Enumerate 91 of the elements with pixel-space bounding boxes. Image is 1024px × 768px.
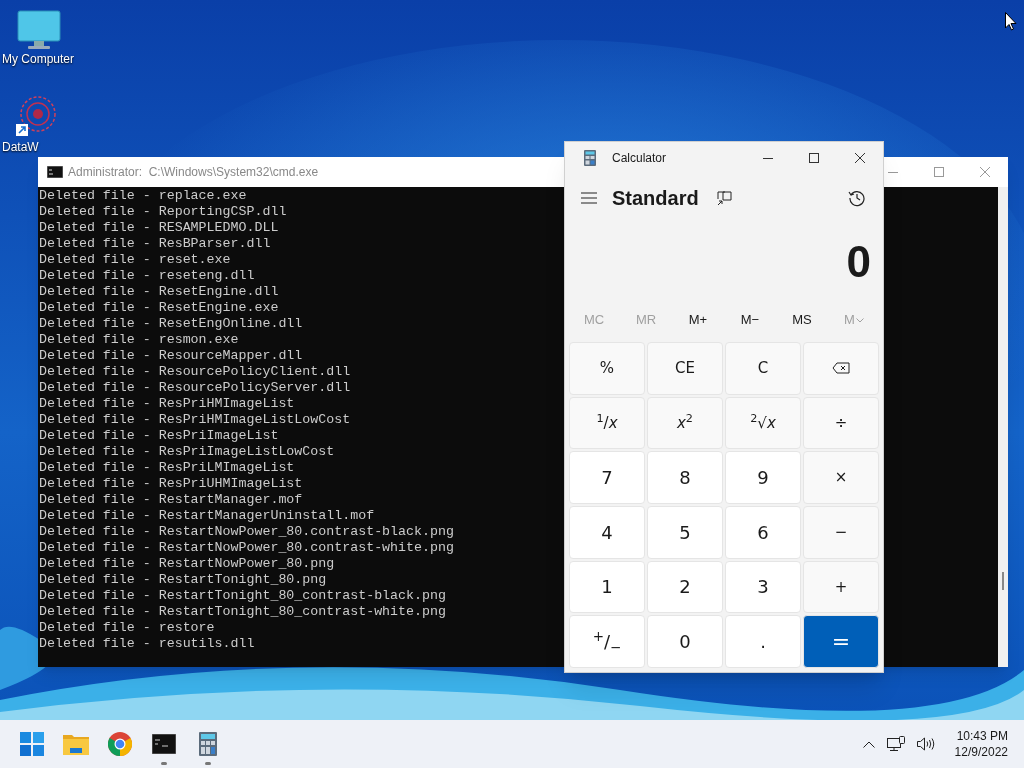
terminal-line: Deleted file - ResPriImageList [39,428,279,444]
calculator-key[interactable]: 7 [569,451,645,504]
terminal-line: Deleted file - RestartTonight_80_contrast-white.png [39,604,446,620]
maximize-icon [809,153,819,163]
terminal-icon [152,734,176,754]
terminal-line: Deleted file - ResPriImageListLowCost [39,444,335,460]
equals-button[interactable]: = [803,615,879,668]
terminal-line: Deleted file - ResPriHMImageListLowCost [39,412,351,428]
desktop-icon-label[interactable]: My Computer [2,52,75,66]
calculator-key[interactable]: 6 [725,506,801,559]
terminal-line: Deleted file - reset.exe [39,252,231,268]
terminal-line: Deleted file - ResourcePolicyServer.dll [39,380,351,396]
windows-logo-icon [20,732,44,756]
terminal-line: Deleted file - ResPriHMImageList [39,396,295,412]
scrollbar[interactable] [998,187,1008,667]
desktop-icon-label[interactable]: DataW [2,140,39,154]
maximize-icon [934,167,944,177]
window-title: Calculator [612,150,667,167]
folder-icon [63,733,89,755]
calculator-key[interactable]: 5 [647,506,723,559]
terminal-line: Deleted file - ResetEngine.dll [39,284,279,300]
terminal-line: Deleted file - ResBParser.dll [39,236,271,252]
scrollbar-thumb[interactable] [1002,572,1004,590]
terminal-line: Deleted file - RestartNowPower_80.contrast-black.png [39,524,454,540]
terminal-line: Deleted file - ResourceMapper.dll [39,348,303,364]
calculator-key[interactable]: $^{2}$√x [725,396,801,450]
terminal-line: Deleted file - RestartTonight_80.png [39,572,327,588]
terminal-icon [47,166,63,178]
calculator-key[interactable]: ÷ [803,396,879,450]
calculator-key[interactable]: CE [647,342,723,395]
calculator-key[interactable]: $^{+}$/$_{−}$ [569,615,645,668]
minimize-icon [888,171,898,173]
network-graph-icon[interactable] [14,94,58,138]
calculator-key[interactable]: 0 [647,615,723,668]
terminal-line: Deleted file - ReportingCSP.dll [39,204,287,220]
calculator-key[interactable]: − [803,506,879,559]
terminal-line: Deleted file - RestartNowPower_80.contrast-white.png [39,540,454,556]
terminal-line: Deleted file - ResPriUHMImageList [39,476,303,492]
terminal-line: Deleted file - reseteng.dll [39,268,255,284]
terminal-line: Deleted file - RESAMPLEDMO.DLL [39,220,279,236]
browser-icon [108,732,132,756]
close-icon [980,167,990,177]
terminal-line: Deleted file - resutils.dll [39,636,255,652]
calculator-key[interactable]: x$^{2}$ [647,396,723,450]
terminal-line: Deleted file - ResPriLMImageList [39,460,295,476]
calculator-icon [199,732,217,756]
calculator-key[interactable]: C [725,342,801,395]
calculator-key[interactable]: 9 [725,451,801,504]
memory-button[interactable]: M+ [672,305,724,335]
terminal-line: Deleted file - ResetEngine.exe [39,300,279,316]
chevron-up-icon[interactable] [862,740,875,748]
calculator-icon [584,150,596,166]
terminal-line: Deleted file - restore [39,620,215,636]
calculator-key[interactable]: + [803,560,879,614]
clock-time: 10:43 PM [956,728,1008,744]
speaker-icon[interactable] [916,737,935,751]
calculator-key[interactable]: 8 [647,451,723,504]
monitor-icon[interactable] [17,10,61,50]
mode-title: Standard [612,186,699,211]
calculator-key[interactable]: % [569,342,645,395]
terminal-line: Deleted file - resmon.exe [39,332,239,348]
minimize-icon [763,157,773,159]
keep-on-top-icon [717,190,733,206]
menu-icon [581,192,597,204]
calculator-key[interactable]: 1 [569,560,645,614]
history-icon [848,189,866,207]
terminal-line: Deleted file - replace.exe [39,188,247,204]
cursor-icon [1005,12,1017,31]
display-value: 0 [846,240,871,284]
terminal-line: Deleted file - ResetEngOnline.dll [39,316,303,332]
memory-button[interactable]: MS [776,305,828,335]
calculator-key[interactable]: 3 [725,560,801,614]
terminal-line: Deleted file - RestartTonight_80_contrast-black.png [39,588,446,604]
terminal-line: Deleted file - RestartNowPower_80.png [39,556,335,572]
calculator-key[interactable]: $^{1}$/x [569,396,645,450]
backspace-button[interactable] [803,342,879,395]
calculator-key[interactable]: 2 [647,560,723,614]
close-icon [855,153,865,163]
network-icon[interactable] [886,736,905,752]
terminal-line: Deleted file - RestartManager.mof [39,492,303,508]
terminal-line: Deleted file - RestartManagerUninstall.mof [39,508,375,524]
chevron-down-icon [855,317,864,323]
memory-button[interactable]: M− [724,305,776,335]
clock-date: 12/9/2022 [954,744,1008,760]
backspace-icon [832,362,850,375]
terminal-line: Deleted file - ResourcePolicyClient.dll [39,364,351,380]
calculator-key[interactable]: × [803,451,879,504]
calculator-key[interactable]: 4 [569,506,645,559]
calculator-key[interactable]: . [725,615,801,668]
clock[interactable]: 10:43 PM 12/9/2022 [946,728,1014,760]
window-title: Administrator: C:\Windows\System32\cmd.exe [68,164,319,181]
